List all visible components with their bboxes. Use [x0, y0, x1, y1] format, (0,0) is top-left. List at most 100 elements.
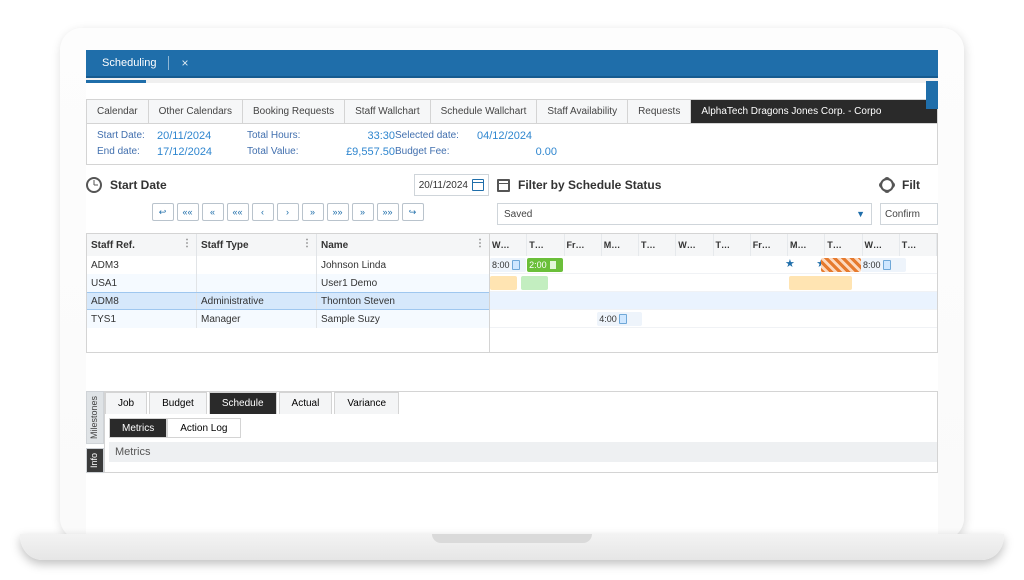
day-col[interactable]: T…	[900, 234, 937, 256]
nav-last[interactable]: ↪	[402, 203, 424, 221]
nav-next3[interactable]: »»	[327, 203, 349, 221]
ribbon-underbar	[86, 78, 938, 83]
view-tabs: Calendar Other Calendars Booking Request…	[86, 99, 938, 123]
tab-booking-requests[interactable]: Booking Requests	[243, 100, 345, 123]
table-row[interactable]: ADM3 Johnson Linda	[87, 256, 489, 274]
table-row-selected[interactable]: ADM8 Administrative Thornton Steven	[87, 292, 489, 310]
grid-header-left: Staff Ref.⋮ Staff Type⋮ Name⋮	[87, 234, 489, 256]
schedule-row[interactable]: 8:00 2:00 ★ ★ 8:00	[490, 256, 937, 274]
close-icon[interactable]: ×	[181, 56, 188, 70]
chip[interactable]	[490, 276, 517, 290]
day-col[interactable]: T…	[639, 234, 676, 256]
tab-variance[interactable]: Variance	[334, 392, 399, 414]
metrics-header: Metrics	[109, 442, 937, 462]
lbl-total-value: Total Value:	[247, 146, 315, 158]
calendar-filter-icon	[497, 179, 510, 192]
chip[interactable]: 2:00	[527, 258, 563, 272]
chip[interactable]	[521, 276, 548, 290]
tab-actual[interactable]: Actual	[279, 392, 333, 414]
day-col[interactable]: T…	[714, 234, 751, 256]
chip[interactable]	[789, 276, 852, 290]
chip[interactable]: 8:00	[861, 258, 906, 272]
table-row[interactable]: USA1 User1 Demo	[87, 274, 489, 292]
val-start-date: 20/11/2024	[157, 130, 247, 142]
nav-next[interactable]: ›	[277, 203, 299, 221]
start-date-input[interactable]: 20/11/2024	[414, 174, 489, 196]
nav-prev-alt[interactable]: ««	[227, 203, 249, 221]
day-col[interactable]: M…	[788, 234, 825, 256]
val-end-date: 17/12/2024	[157, 146, 247, 158]
val-total-value: £9,557.50	[315, 146, 395, 158]
start-date-panel: Start Date 20/11/2024 ↩ «« « «« ‹ › » »»…	[86, 173, 489, 225]
tab-schedule[interactable]: Schedule	[209, 392, 277, 414]
ribbon-accent	[926, 81, 938, 109]
schedule-grid: Staff Ref.⋮ Staff Type⋮ Name⋮ ADM3 Johns…	[86, 233, 938, 353]
gear-icon[interactable]	[880, 178, 894, 192]
col-staff-type[interactable]: Staff Type⋮	[197, 234, 317, 256]
table-row[interactable]: TYS1 Manager Sample Suzy	[87, 310, 489, 328]
tab-schedule-wallchart[interactable]: Schedule Wallchart	[431, 100, 538, 123]
col-menu-icon[interactable]: ⋮	[475, 238, 485, 249]
tab-staff-wallchart[interactable]: Staff Wallchart	[345, 100, 430, 123]
day-col[interactable]: T…	[527, 234, 564, 256]
col-menu-icon[interactable]: ⋮	[302, 238, 312, 249]
lbl-total-hours: Total Hours:	[247, 130, 315, 142]
tab-budget[interactable]: Budget	[149, 392, 207, 414]
schedule-row[interactable]: 4:00	[490, 310, 937, 328]
filter-status-select[interactable]: Saved ▼	[497, 203, 872, 225]
vtab-info[interactable]: Info	[86, 448, 104, 473]
tab-staff-availability[interactable]: Staff Availability	[537, 100, 628, 123]
chevron-down-icon: ▼	[856, 209, 865, 219]
star-icon: ★	[785, 257, 795, 270]
nav-prev[interactable]: ‹	[252, 203, 274, 221]
day-col[interactable]: T…	[825, 234, 862, 256]
val-budget-fee: 0.00	[477, 146, 557, 158]
day-col[interactable]: W…	[490, 234, 527, 256]
day-col[interactable]: W…	[863, 234, 900, 256]
nav-prev2[interactable]: «	[202, 203, 224, 221]
nav-next-alt[interactable]: »	[352, 203, 374, 221]
laptop-frame-base	[20, 534, 1004, 560]
detail-tabs: Job Budget Schedule Actual Variance	[105, 392, 937, 414]
tab-metrics[interactable]: Metrics	[109, 418, 167, 438]
calendar-icon[interactable]	[472, 179, 484, 191]
chip[interactable]: 8:00	[490, 258, 526, 272]
ribbon-tab-scheduling[interactable]: Scheduling ×	[94, 52, 196, 74]
app-ribbon: Scheduling ×	[86, 50, 938, 78]
day-col[interactable]: Fr…	[565, 234, 602, 256]
lbl-budget-fee: Budget Fee:	[395, 146, 477, 158]
lbl-selected-date: Selected date:	[395, 130, 477, 142]
nav-prev3[interactable]: ««	[177, 203, 199, 221]
detail-subtabs: Metrics Action Log	[109, 418, 937, 438]
filter-title: Filter by Schedule Status	[518, 178, 661, 192]
lbl-end-date: End date:	[97, 146, 157, 158]
val-selected-date: 04/12/2024	[477, 130, 557, 142]
settings-title: Filt	[902, 178, 920, 192]
nav-next2[interactable]: »	[302, 203, 324, 221]
tab-action-log[interactable]: Action Log	[167, 418, 240, 438]
tab-requests[interactable]: Requests	[628, 100, 691, 123]
tab-job[interactable]: Job	[105, 392, 147, 414]
ribbon-title: Scheduling	[102, 57, 156, 69]
tab-active-job[interactable]: AlphaTech Dragons Jones Corp. - Corpo	[691, 100, 937, 123]
confirm-button[interactable]: Confirm	[880, 203, 938, 225]
schedule-row-selected[interactable]	[490, 292, 937, 310]
tab-calendar[interactable]: Calendar	[87, 100, 149, 123]
date-nav-buttons: ↩ «« « «« ‹ › » »» » »» ↪	[86, 203, 489, 221]
nav-first[interactable]: ↩	[152, 203, 174, 221]
chip-hatched[interactable]	[821, 258, 861, 272]
col-name[interactable]: Name⋮	[317, 234, 489, 256]
chip[interactable]: 4:00	[597, 312, 642, 326]
day-col[interactable]: W…	[676, 234, 713, 256]
filter-panel: Filter by Schedule Status Saved ▼	[497, 173, 872, 225]
day-col[interactable]: M…	[602, 234, 639, 256]
col-menu-icon[interactable]: ⋮	[182, 238, 192, 249]
tab-other-calendars[interactable]: Other Calendars	[149, 100, 243, 123]
schedule-row[interactable]	[490, 274, 937, 292]
col-staff-ref[interactable]: Staff Ref.⋮	[87, 234, 197, 256]
vtab-milestones[interactable]: Milestones	[86, 391, 104, 444]
day-col[interactable]: Fr…	[751, 234, 788, 256]
start-date-title: Start Date	[110, 178, 167, 192]
nav-next4[interactable]: »»	[377, 203, 399, 221]
grid-header-days: W… T… Fr… M… T… W… T… Fr… M… T… W… T…	[490, 234, 937, 256]
